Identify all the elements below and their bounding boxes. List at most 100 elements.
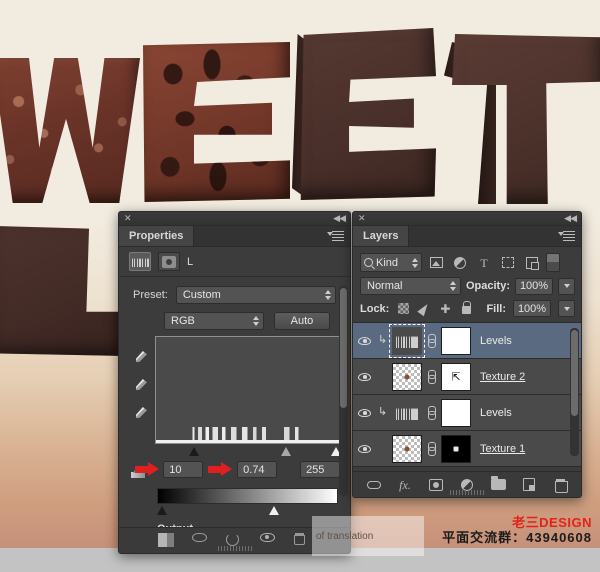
layer-mask-thumbnail[interactable] (441, 398, 471, 427)
new-group-icon[interactable] (489, 476, 507, 493)
fill-field[interactable]: 100% (513, 300, 551, 317)
annotation-arrow-shadow (135, 462, 161, 477)
delete-adjustment-icon[interactable] (293, 532, 312, 549)
lock-transparent-pixels-icon[interactable] (396, 302, 410, 316)
filter-adjustment-icon[interactable] (450, 253, 470, 272)
panel-menu-icon[interactable] (558, 231, 575, 242)
channel-row: RGB Auto (119, 310, 350, 336)
tab-properties[interactable]: Properties (119, 226, 195, 246)
levels-histogram-icon[interactable] (129, 252, 151, 271)
clipping-mask-icon: ↳ (378, 334, 388, 346)
translation-note: of translation (312, 516, 424, 556)
link-mask-icon[interactable] (427, 441, 436, 456)
layer-style-fx-icon[interactable]: fx. (396, 477, 414, 493)
blend-mode-dropdown[interactable]: Normal (360, 277, 461, 295)
auto-button[interactable]: Auto (274, 312, 330, 330)
layer-visibility-icon[interactable] (356, 332, 373, 349)
layer-visibility-icon[interactable] (356, 404, 373, 421)
filter-smart-object-icon[interactable] (522, 253, 542, 272)
add-layer-mask-icon[interactable] (427, 477, 445, 493)
chevron-updown-icon (324, 290, 331, 300)
gray-point-eyedropper-icon[interactable] (133, 378, 149, 394)
output-black-marker[interactable] (157, 506, 167, 515)
white-point-eyedropper-icon[interactable] (133, 406, 149, 422)
collapse-icon[interactable]: ◀◀ (564, 213, 577, 224)
view-previous-state-icon[interactable] (191, 532, 210, 549)
opacity-dropdown-arrow[interactable] (558, 277, 575, 295)
lock-all-icon[interactable] (459, 301, 473, 316)
histogram-area (119, 336, 350, 444)
fill-label: Fill: (486, 302, 506, 315)
opacity-field[interactable]: 100% (515, 277, 553, 295)
layer-name: Texture 1 (480, 442, 526, 455)
lock-image-pixels-icon[interactable] (417, 301, 432, 316)
layer-thumbnail[interactable] (392, 398, 422, 427)
preset-value: Custom (182, 289, 221, 301)
layer-thumbnail[interactable] (392, 434, 422, 463)
blend-mode-value: Normal (367, 280, 403, 292)
output-white-marker[interactable] (269, 506, 279, 515)
input-midtone-field[interactable]: 0.74 (237, 461, 278, 478)
resize-grip[interactable] (217, 546, 252, 551)
output-levels-ramp[interactable] (157, 488, 338, 504)
input-shadow-field[interactable]: 10 (163, 461, 204, 478)
layers-titlebar[interactable]: ✕ ◀◀ (353, 212, 581, 226)
input-gray-marker[interactable] (281, 447, 291, 456)
link-layers-icon[interactable] (365, 477, 383, 493)
layer-filter-row: Kind T (353, 247, 581, 277)
input-highlight-field[interactable]: 255 (300, 461, 340, 478)
close-icon[interactable]: ✕ (124, 214, 132, 223)
toggle-visibility-icon[interactable] (259, 532, 278, 549)
lock-position-icon[interactable]: ✚ (438, 302, 452, 316)
black-point-eyedropper-icon[interactable] (133, 350, 149, 366)
filter-enable-toggle[interactable] (546, 253, 560, 272)
input-shadow-value: 10 (169, 463, 182, 476)
layer-mask-thumbnail[interactable] (441, 326, 471, 355)
histogram-graph[interactable] (155, 336, 340, 444)
layer-mask-thumbnail[interactable]: ⇱ (441, 362, 471, 391)
input-levels-slider[interactable] (189, 447, 341, 458)
lock-label: Lock: (360, 302, 390, 315)
fill-dropdown-arrow[interactable] (558, 300, 575, 317)
link-mask-icon[interactable] (427, 333, 436, 348)
layer-mask-icon[interactable] (158, 252, 180, 271)
input-black-marker[interactable] (189, 447, 199, 456)
properties-body: L Preset: Custom RGB Auto 10 0.74 255 (119, 247, 350, 547)
properties-titlebar[interactable]: ✕ ◀◀ (119, 212, 350, 226)
properties-scrollbar[interactable] (339, 286, 348, 496)
input-levels-row: 10 0.74 255 (119, 458, 350, 478)
collapse-icon[interactable]: ◀◀ (333, 213, 346, 224)
layer-thumbnail[interactable] (392, 362, 422, 391)
properties-layer-label: L (187, 255, 194, 268)
link-mask-icon[interactable] (427, 405, 436, 420)
tab-layers[interactable]: Layers (353, 226, 410, 246)
output-levels-slider[interactable] (157, 506, 338, 517)
layers-panel: ✕ ◀◀ Layers Kind T Normal Opacity: 100% … (352, 211, 582, 498)
layer-mask-thumbnail[interactable] (441, 434, 471, 463)
table-row[interactable]: ↳ Levels (353, 395, 581, 431)
filter-type-icon[interactable]: T (474, 253, 494, 272)
screenshot-root: ✕ ◀◀ Properties L Preset: Custom RGB Aut… (0, 0, 600, 572)
layer-thumbnail[interactable] (389, 323, 425, 358)
table-row[interactable]: ↳ Levels (353, 323, 581, 359)
filter-shape-icon[interactable] (498, 253, 518, 272)
panel-menu-icon[interactable] (327, 231, 344, 242)
filter-kind-dropdown[interactable]: Kind (360, 253, 422, 272)
delete-layer-icon[interactable] (551, 477, 569, 493)
channel-dropdown[interactable]: RGB (164, 312, 264, 330)
layer-visibility-icon[interactable] (356, 440, 373, 457)
filter-pixel-icon[interactable] (426, 253, 446, 272)
table-row[interactable]: Texture 1 (353, 431, 581, 467)
layer-name: Texture 2 (480, 370, 526, 383)
layer-visibility-icon[interactable] (356, 368, 373, 385)
preset-dropdown[interactable]: Custom (175, 286, 336, 304)
link-mask-icon[interactable] (427, 369, 436, 384)
table-row[interactable]: ⇱ Texture 2 (353, 359, 581, 395)
clip-to-layer-icon[interactable] (157, 532, 176, 549)
layers-scrollbar[interactable] (570, 328, 579, 456)
new-layer-icon[interactable] (520, 477, 538, 493)
resize-grip[interactable] (450, 490, 484, 495)
close-icon[interactable]: ✕ (358, 214, 366, 223)
chocolate-letter-w (0, 58, 140, 203)
tab-filler (194, 226, 350, 246)
